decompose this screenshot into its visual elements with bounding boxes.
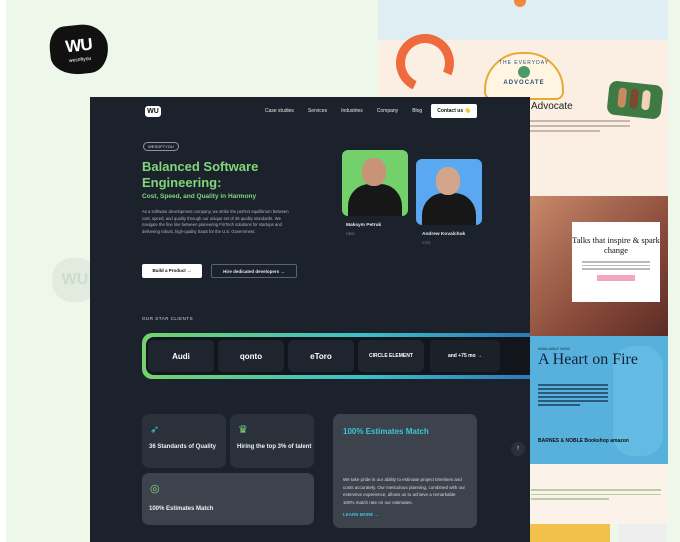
website-mockup: WU Case studies Services Industries Comp…: [90, 97, 530, 542]
brand-logo-text: WU: [64, 34, 93, 57]
collage-bottom-panel: [528, 464, 668, 524]
client-etoro: eToro: [288, 340, 354, 372]
cto-role: CTO: [422, 240, 431, 245]
client-audi-label: Audi: [172, 351, 190, 361]
nav-item-company[interactable]: Company: [377, 108, 398, 114]
ceo-photo: [342, 150, 408, 216]
nav-item-services[interactable]: Services: [308, 108, 327, 114]
nav-item-industries[interactable]: Industries: [341, 108, 363, 114]
more-clients-link[interactable]: and +75 mo →: [430, 340, 500, 372]
orange-shape: [514, 0, 526, 7]
arrow-up-icon: ↑: [516, 445, 520, 452]
advocate-text-lines: [530, 120, 630, 135]
ghost-logo-text: WU: [61, 271, 89, 288]
crown-icon: ♛: [238, 424, 248, 436]
target-icon: ◎: [150, 483, 160, 495]
contact-us-button[interactable]: Contact us 👋: [431, 104, 477, 118]
match-card-text: 100% Estimates Match: [149, 506, 214, 512]
cto-name: Andrew Kovalchuk: [422, 232, 466, 237]
clients-label: OUR STAR CLIENTS: [142, 316, 194, 321]
client-audi: Audi: [148, 340, 214, 372]
book-panel: AVAILABLE NOW A Heart on Fire BARNES & N…: [528, 336, 668, 464]
left-frame: [0, 0, 6, 542]
fist-icon: [629, 88, 640, 110]
ceo-name: Maksym Petruk: [346, 223, 382, 228]
hero-title: Balanced Software Engineering:: [142, 159, 259, 190]
brand-logo: WU wesoftyou: [47, 22, 111, 77]
more-clients-label: and +75 mo →: [447, 353, 483, 359]
quality-card-text: 36 Standards of Quality: [149, 444, 217, 450]
client-qonto-label: qonto: [239, 351, 263, 361]
brand-logo-sub: wesoftyou: [68, 55, 92, 65]
nav-item-blog[interactable]: Blog: [412, 108, 422, 114]
ceo-role: CEO: [346, 231, 355, 236]
advocate-title: Advocate: [531, 101, 573, 112]
hiring-card: ♛ Hiring the top 3% of talent: [230, 414, 314, 468]
estimates-body: We take pride in our ability to estimate…: [343, 477, 465, 505]
talks-text-lines: [582, 261, 650, 270]
client-circle: CIRCLE ELEMENT: [358, 340, 424, 372]
fist-icon: [617, 87, 628, 109]
hiring-card-text: Hiring the top 3% of talent: [237, 444, 312, 450]
hero-subtitle: Cost, Speed, and Quality in Harmony: [142, 193, 257, 200]
canvas: WU wesoftyou WU THE EVERYDAY ADVOCATE Ad…: [0, 0, 680, 542]
book-text-lines: [538, 384, 608, 408]
hire-developers-button[interactable]: Hire dedicated developers →: [211, 264, 297, 278]
collage-footer-tiles: [528, 524, 668, 542]
client-etoro-label: eToro: [310, 351, 332, 361]
light-tile: [618, 524, 666, 542]
build-product-button[interactable]: Build a Product →: [142, 264, 202, 278]
client-circle-label: CIRCLE ELEMENT: [369, 353, 413, 359]
book-title: A Heart on Fire: [538, 351, 638, 368]
client-qonto: qonto: [218, 340, 284, 372]
advocate-badge: THE EVERYDAY ADVOCATE: [484, 52, 564, 100]
main-nav: Case studies Services Industries Company…: [265, 108, 422, 114]
match-card[interactable]: ◎ 100% Estimates Match: [142, 473, 314, 525]
yellow-tile: [528, 524, 610, 542]
globe-icon: [518, 66, 530, 78]
retailer-logos: BARNES & NOBLE Bookshop amazon: [538, 438, 629, 444]
estimates-title: 100% Estimates Match: [343, 427, 429, 436]
talks-button: [597, 274, 635, 281]
talks-card: Talks that inspire & spark change: [572, 222, 660, 302]
company-tag: WESOFTYOU: [143, 142, 179, 151]
bottom-text-lines: [531, 489, 661, 503]
badge-bottom-text: ADVOCATE: [503, 80, 545, 86]
learn-more-link[interactable]: LEARN MORE →: [343, 512, 379, 517]
fists-sticker: [606, 80, 664, 120]
quality-card: ➶ 36 Standards of Quality: [142, 414, 226, 468]
nav-item-case-studies[interactable]: Case studies: [265, 108, 294, 114]
fist-icon: [641, 89, 652, 111]
scroll-top-button[interactable]: ↑: [511, 442, 525, 456]
rocket-icon: ➶: [150, 424, 160, 436]
estimates-detail-card: 100% Estimates Match We take pride in ou…: [333, 414, 477, 528]
hero-intro: As a software development company, we st…: [142, 209, 289, 234]
cto-photo: [416, 159, 482, 225]
nav-logo[interactable]: WU: [145, 106, 161, 117]
talks-title: Talks that inspire & spark change: [572, 235, 660, 255]
